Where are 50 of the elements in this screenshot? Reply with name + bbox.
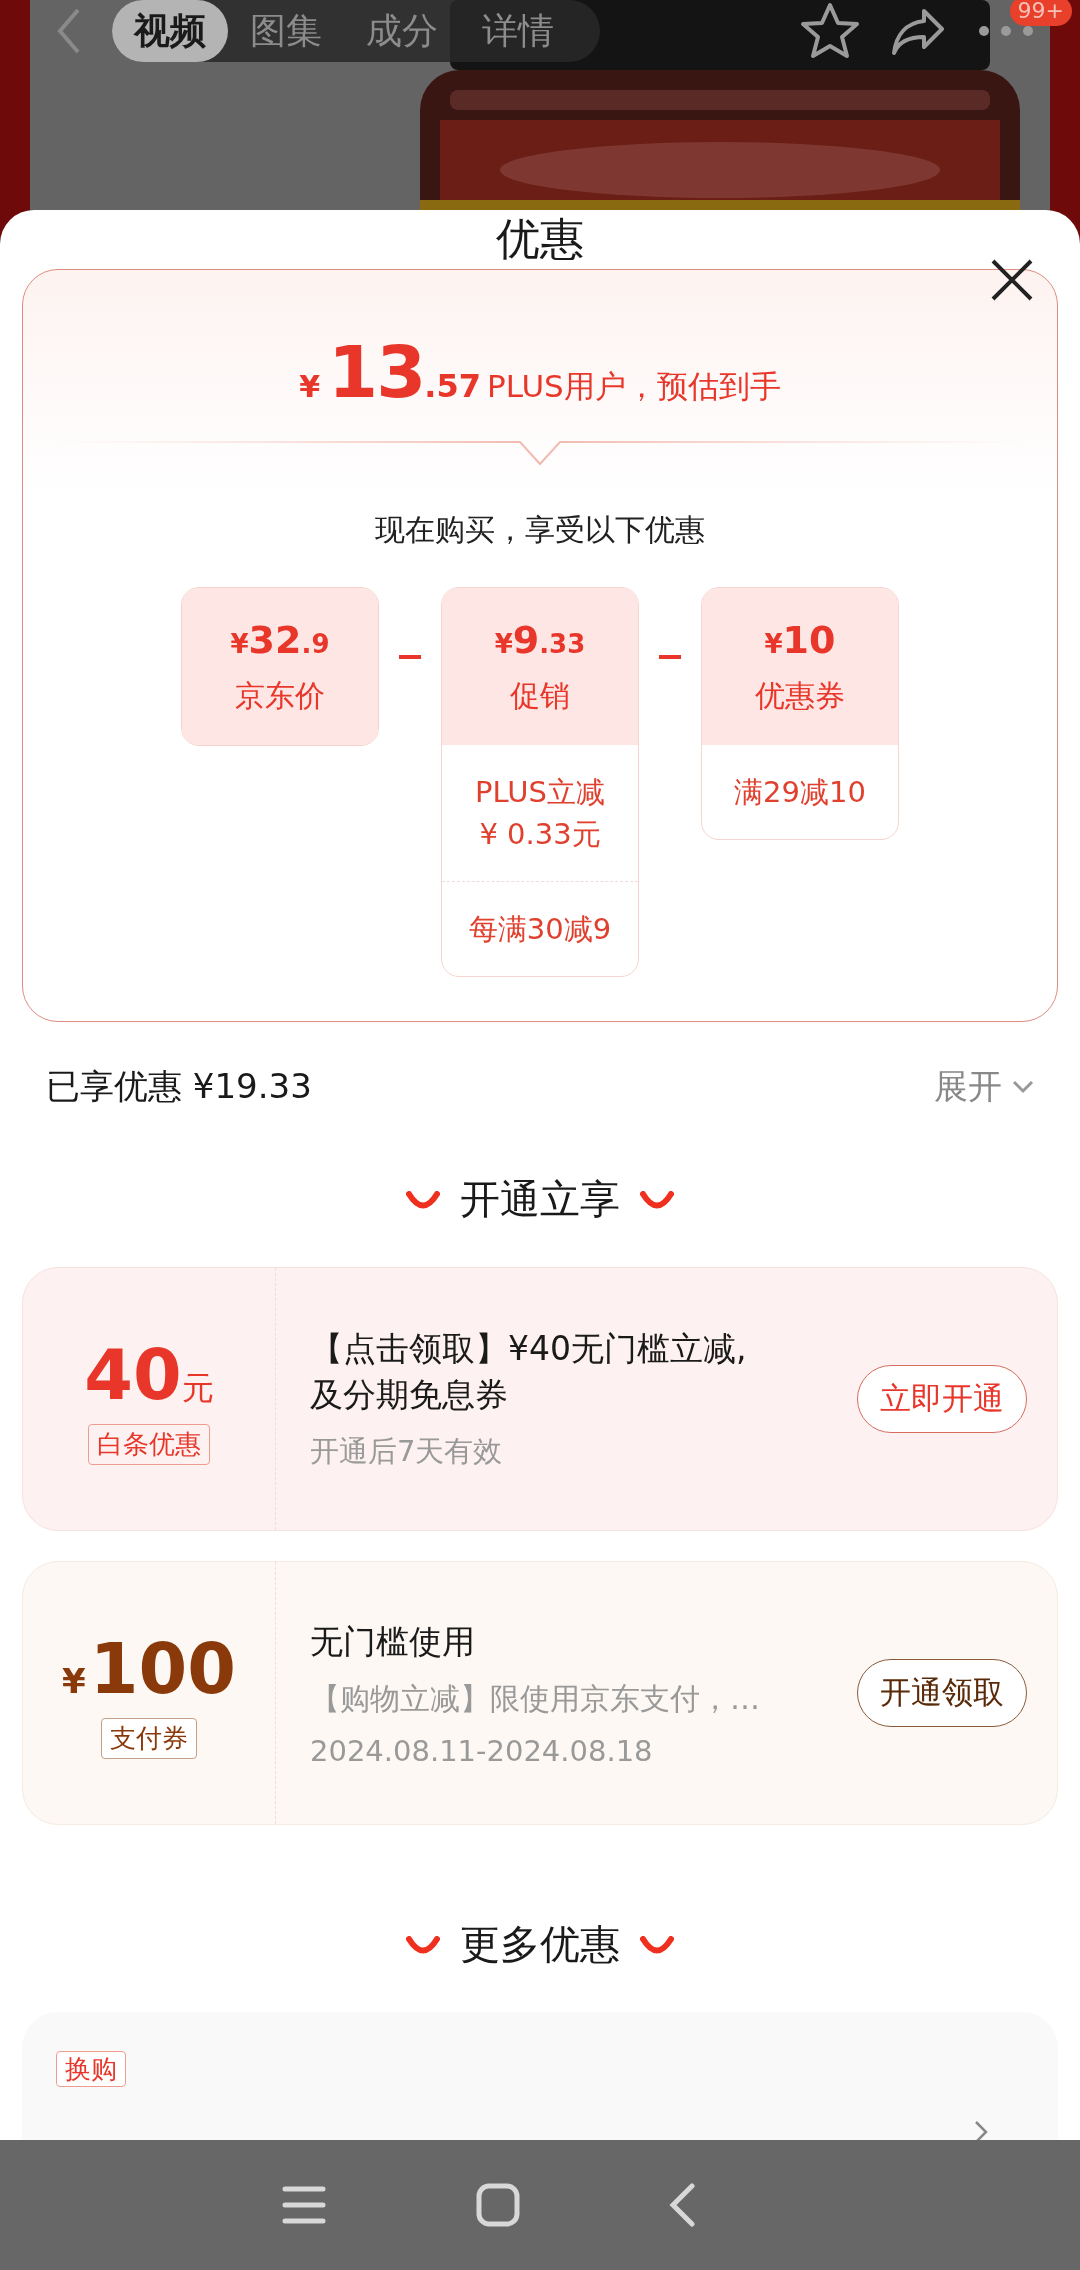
coupon-title: 无门槛使用 xyxy=(310,1620,476,1663)
notification-badge: 99+ xyxy=(1009,0,1072,26)
coupon-amount: ¥100 xyxy=(62,1627,236,1710)
savings-text: 已享优惠 ¥19.33 xyxy=(46,1065,312,1109)
offer-card[interactable]: 换购 xyxy=(22,2012,1058,2140)
curve-icon xyxy=(640,1935,674,1954)
curve-icon xyxy=(406,1935,440,1954)
estimated-price: ¥13.57 xyxy=(299,330,482,414)
discount-label: 京东价 xyxy=(235,677,325,715)
tab[interactable]: 详情 xyxy=(460,0,576,62)
discount-amount: ¥9.33 xyxy=(494,618,586,662)
minus-icon xyxy=(659,655,681,659)
star-icon[interactable] xyxy=(800,2,860,60)
curve-icon xyxy=(640,1190,674,1209)
chevron-down-icon xyxy=(1012,1080,1034,1095)
claim-button[interactable]: 立即开通 xyxy=(857,1365,1027,1434)
coupon-description: 【购物立减】限使用京东支付，… xyxy=(310,1679,761,1718)
share-icon[interactable] xyxy=(890,7,946,55)
tab[interactable]: 视频 xyxy=(112,0,228,62)
coupon-validity: 开通后7天有效 xyxy=(310,1433,504,1471)
offer-tag: 换购 xyxy=(56,2051,126,2088)
section-heading: 开通立享 xyxy=(460,1175,620,1225)
close-icon[interactable] xyxy=(990,258,1034,302)
discount-amount: ¥10 xyxy=(764,618,836,662)
home-icon[interactable] xyxy=(476,2183,520,2227)
tab[interactable]: 成分 xyxy=(344,0,460,62)
curve-icon xyxy=(406,1190,440,1209)
tab[interactable]: 图集 xyxy=(228,0,344,62)
more-icon[interactable] xyxy=(976,24,1036,38)
discount-label: 促销 xyxy=(510,677,570,715)
discount-detail: 每满30减9 xyxy=(442,881,638,977)
coupon-tag: 白条优惠 xyxy=(88,1423,210,1465)
expand-toggle[interactable]: 展开 xyxy=(934,1064,1034,1111)
minus-icon xyxy=(399,655,421,659)
price-note: PLUS用户，预估到手 xyxy=(487,367,781,406)
coupon-validity: 2024.08.11-2024.08.18 xyxy=(310,1733,654,1768)
back-icon[interactable] xyxy=(668,2183,696,2227)
coupon-amount: 40元 xyxy=(84,1333,214,1416)
claim-button[interactable]: 开通领取 xyxy=(857,1659,1027,1728)
menu-icon[interactable] xyxy=(282,2185,326,2225)
section-heading: 更多优惠 xyxy=(460,1920,620,1970)
discount-detail: 满29减10 xyxy=(733,774,867,811)
coupon-tag: 支付券 xyxy=(101,1717,197,1759)
chevron-right-icon xyxy=(974,2120,988,2140)
discount-detail: PLUS立减 ¥ 0.33元 xyxy=(474,774,606,854)
discount-label: 优惠券 xyxy=(755,677,845,715)
discount-amount: ¥32.9 xyxy=(230,618,330,662)
sheet-title: 优惠 xyxy=(496,212,584,266)
coupon-title: 【点击领取】¥40无门槛立减,及分期免息券 xyxy=(310,1327,748,1417)
intro-text: 现在购买，享受以下优惠 xyxy=(375,511,705,549)
